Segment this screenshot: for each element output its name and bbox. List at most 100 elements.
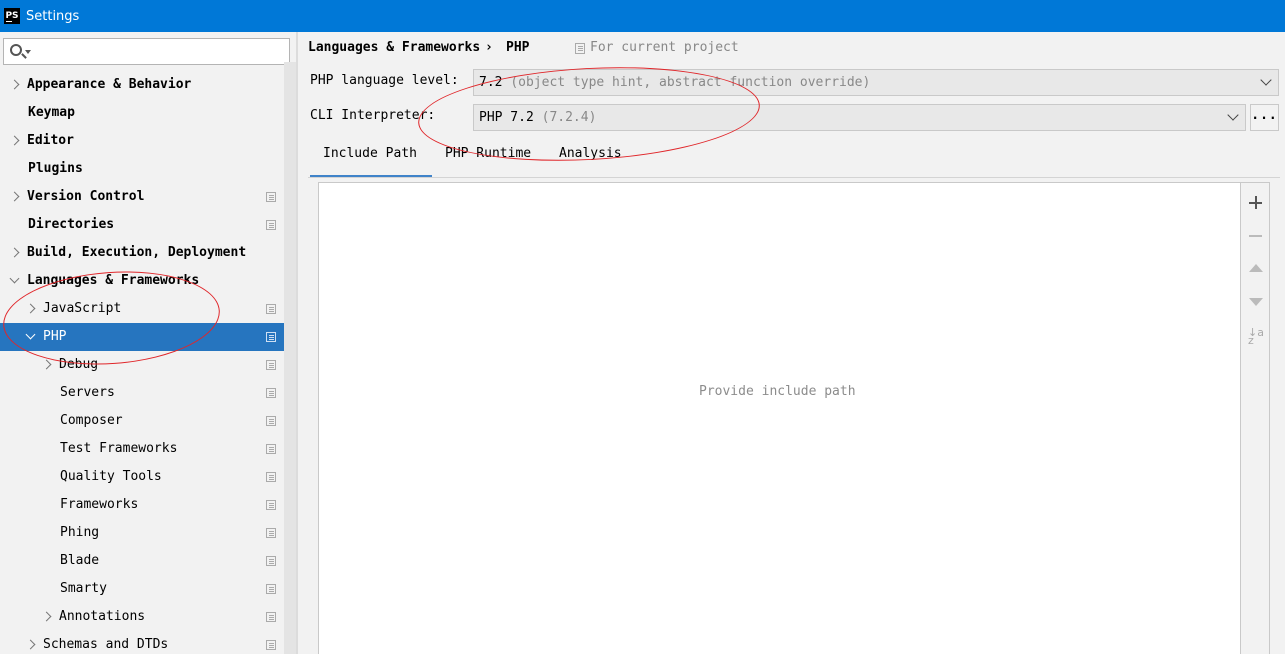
tab-include-path[interactable]: Include Path (310, 142, 432, 178)
sidebar-item-plugins[interactable]: Plugins (0, 155, 284, 183)
chevron-down-icon[interactable] (9, 267, 21, 295)
sidebar-item-label: Frameworks (60, 497, 139, 512)
sidebar-item-label: Annotations (59, 609, 146, 624)
sidebar-item-schemas-and-dtds[interactable]: Schemas and DTDs (0, 631, 284, 654)
add-icon[interactable] (1248, 195, 1264, 211)
language-level-label: PHP language level: (310, 73, 459, 88)
sidebar-item-label: Servers (60, 385, 115, 400)
settings-search-input[interactable] (3, 38, 290, 65)
sidebar-item-editor[interactable]: Editor (0, 127, 284, 155)
project-scope-icon (266, 304, 276, 314)
cli-interpreter-name: PHP 7.2 (479, 110, 534, 125)
chevron-down-icon[interactable] (1227, 109, 1239, 121)
project-scope-icon (266, 332, 276, 342)
tab-analysis[interactable]: Analysis (559, 142, 622, 178)
sidebar-item-label: Composer (60, 413, 123, 428)
project-scope-icon (266, 556, 276, 566)
sort-alphabetically-icon[interactable]: ↓a z (1248, 327, 1264, 346)
sidebar-item-blade[interactable]: Blade (0, 547, 284, 575)
sidebar-item-annotations[interactable]: Annotations (0, 603, 284, 631)
sidebar-item-label: Languages & Frameworks (27, 273, 200, 288)
project-scope-icon (266, 640, 276, 650)
include-path-list[interactable]: Provide include path (318, 182, 1241, 654)
project-scope-icon (266, 360, 276, 370)
remove-icon[interactable] (1248, 228, 1264, 244)
sidebar-item-label: Build, Execution, Deployment (27, 245, 247, 260)
sidebar-item-label: Blade (60, 553, 100, 568)
include-path-empty-text: Provide include path (699, 384, 856, 399)
project-scope-icon (266, 612, 276, 622)
sidebar-item-label: Directories (28, 217, 115, 232)
sidebar-item-label: Keymap (28, 105, 75, 120)
sidebar-scrollbar[interactable] (284, 62, 296, 654)
sidebar-item-label: Appearance & Behavior (27, 77, 192, 92)
sidebar-item-label: Plugins (28, 161, 83, 176)
cli-interpreter-value: PHP 7.2 (7.2.4) (479, 105, 596, 131)
project-scope-icon (575, 43, 585, 54)
sidebar-item-composer[interactable]: Composer (0, 407, 284, 435)
project-scope-icon (266, 192, 276, 202)
sidebar-item-phing[interactable]: Phing (0, 519, 284, 547)
sidebar-item-build-execution-deployment[interactable]: Build, Execution, Deployment (0, 239, 284, 267)
sidebar-item-label: Debug (59, 357, 99, 372)
browse-interpreters-button[interactable]: ... (1250, 104, 1279, 131)
project-scope-icon (266, 584, 276, 594)
sidebar-item-servers[interactable]: Servers (0, 379, 284, 407)
chevron-right-icon[interactable] (9, 71, 21, 99)
project-scope-icon (266, 472, 276, 482)
sidebar-item-quality-tools[interactable]: Quality Tools (0, 463, 284, 491)
chevron-down-icon[interactable] (25, 323, 37, 351)
move-up-icon[interactable] (1248, 261, 1264, 277)
sidebar-item-php[interactable]: PHP (0, 323, 296, 351)
chevron-right-icon[interactable] (9, 239, 21, 267)
project-scope-icon (266, 500, 276, 510)
project-scope-icon (266, 416, 276, 426)
sidebar-item-label: Test Frameworks (60, 441, 178, 456)
title-bar: PS Settings (0, 0, 1285, 32)
move-down-icon[interactable] (1248, 294, 1264, 310)
chevron-down-icon[interactable] (1260, 74, 1272, 86)
cli-interpreter-version: (7.2.4) (541, 110, 597, 125)
sidebar-item-frameworks[interactable]: Frameworks (0, 491, 284, 519)
search-icon[interactable] (10, 44, 22, 56)
sidebar-item-label: JavaScript (43, 301, 122, 316)
sidebar-item-directories[interactable]: Directories (0, 211, 284, 239)
sidebar-item-appearance-behavior[interactable]: Appearance & Behavior (0, 71, 284, 99)
tab-php-runtime[interactable]: PHP Runtime (445, 142, 531, 178)
sidebar-item-debug[interactable]: Debug (0, 351, 284, 379)
project-scope-icon (266, 528, 276, 538)
sidebar-item-keymap[interactable]: Keymap (0, 99, 284, 127)
chevron-right-icon[interactable] (41, 603, 53, 631)
sidebar-item-label: Version Control (27, 189, 145, 204)
phpstorm-app-icon: PS (4, 8, 20, 24)
cli-interpreter-label: CLI Interpreter: (310, 108, 436, 123)
language-level-hint: (object type hint, abstract function ove… (510, 75, 871, 90)
scope-label: For current project (590, 40, 739, 55)
sidebar-item-languages-frameworks[interactable]: Languages & Frameworks (0, 267, 284, 295)
sidebar-item-javascript[interactable]: JavaScript (0, 295, 284, 323)
chevron-right-icon[interactable] (41, 351, 53, 379)
sidebar-item-label: Phing (60, 525, 100, 540)
sidebar-item-label: PHP (43, 329, 67, 344)
sidebar-item-label: Smarty (60, 581, 107, 596)
chevron-right-icon[interactable] (9, 183, 21, 211)
sidebar-item-test-frameworks[interactable]: Test Frameworks (0, 435, 284, 463)
language-level-version: 7.2 (479, 75, 503, 90)
breadcrumb-parent: Languages & Frameworks (308, 40, 481, 55)
settings-sidebar: Appearance & Behavior Keymap Editor Plugins… (0, 32, 296, 654)
chevron-right-icon[interactable] (25, 295, 37, 323)
sidebar-item-version-control[interactable]: Version Control (0, 183, 284, 211)
chevron-right-icon[interactable] (9, 127, 21, 155)
settings-content: Languages & Frameworks › PHP For current… (298, 32, 1285, 654)
breadcrumb-separator: › (485, 40, 493, 55)
project-scope-icon (266, 220, 276, 230)
tab-divider (308, 177, 1280, 178)
chevron-down-icon[interactable] (25, 50, 31, 54)
cli-interpreter-select[interactable]: PHP 7.2 (7.2.4) (473, 104, 1246, 131)
settings-tree: Appearance & Behavior Keymap Editor Plugins… (0, 71, 296, 654)
language-level-select[interactable]: 7.2 (object type hint, abstract function… (473, 69, 1279, 96)
sidebar-item-smarty[interactable]: Smarty (0, 575, 284, 603)
sidebar-item-label: Editor (27, 133, 74, 148)
language-level-value: 7.2 (object type hint, abstract function… (479, 70, 870, 96)
chevron-right-icon[interactable] (25, 631, 37, 654)
